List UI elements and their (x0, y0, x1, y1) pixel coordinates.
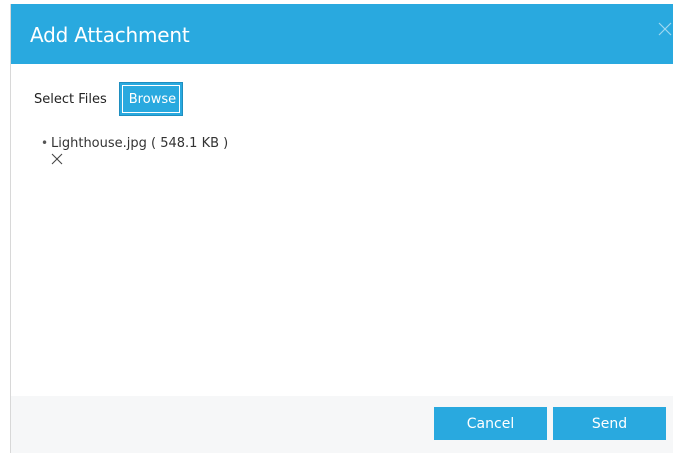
dialog-footer: Cancel Send (11, 396, 673, 453)
file-list: • Lighthouse.jpg ( 548.1 KB ) (41, 136, 229, 166)
dialog-title: Add Attachment (30, 23, 190, 47)
add-attachment-dialog: Add Attachment Select Files Browse • Lig… (10, 4, 673, 453)
list-bullet: • (41, 136, 49, 150)
select-files-row: Select Files Browse (34, 82, 184, 116)
remove-file-icon[interactable] (50, 152, 64, 166)
cancel-button[interactable]: Cancel (434, 407, 547, 440)
file-name-size: Lighthouse.jpg ( 548.1 KB ) (51, 136, 229, 151)
close-icon[interactable] (657, 21, 673, 37)
dialog-header: Add Attachment (11, 4, 673, 64)
browse-button[interactable]: Browse (118, 82, 184, 116)
send-button[interactable]: Send (553, 407, 666, 440)
select-files-label: Select Files (34, 91, 107, 107)
file-list-item: • Lighthouse.jpg ( 548.1 KB ) (41, 136, 229, 166)
